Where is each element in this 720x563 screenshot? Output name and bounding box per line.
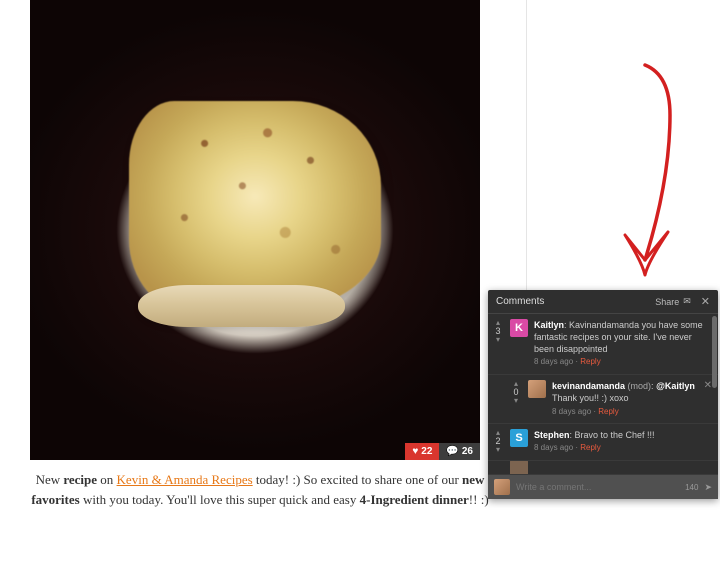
vote-column: ▴ 3 ▾: [492, 319, 504, 368]
comments-widget: Comments Share ✉ ✕ ▴ 3 ▾ K Kaitlyn: Kavi…: [488, 290, 718, 499]
comment-content: kevinandamanda (mod): @Kaitlyn Thank you…: [552, 380, 696, 417]
caption-text: on: [97, 472, 117, 487]
photo-badges: ♥ 22 💬 26: [405, 443, 480, 460]
envelope-icon: ✉: [683, 296, 691, 307]
caption-bold-dinner: 4-Ingredient dinner: [360, 492, 469, 507]
comment-time: 8 days ago: [552, 407, 591, 416]
recipe-photo-container: ♥ 22 💬 26: [30, 0, 480, 460]
comment-body: Thank you!! :) xoxo: [552, 393, 629, 403]
share-button[interactable]: Share ✉ ✕: [655, 295, 710, 308]
food-item: [129, 101, 381, 313]
mod-label: (mod): [625, 381, 651, 391]
comment-row: ▴ 3 ▾ K Kaitlyn: Kavinandamanda you have…: [488, 314, 718, 375]
heart-icon: ♥: [412, 446, 418, 457]
upvote-button[interactable]: ▴: [496, 319, 500, 326]
downvote-button[interactable]: ▾: [514, 397, 518, 404]
vote-column: ▴ 0 ▾: [510, 380, 522, 417]
comment-username[interactable]: Kaitlyn: [534, 320, 564, 330]
avatar[interactable]: S: [510, 429, 528, 447]
caption-bold-recipe: recipe: [63, 472, 97, 487]
caption-text: !! :): [469, 492, 489, 507]
share-label: Share: [655, 297, 679, 307]
mention[interactable]: @Kaitlyn: [656, 381, 695, 391]
comment-meta: 8 days ago · Reply: [534, 443, 712, 454]
comment-username[interactable]: kevinandamanda: [552, 381, 625, 391]
comment-content: Kaitlyn: Kavinandamanda you have some fa…: [534, 319, 712, 368]
comment-time: 8 days ago: [534, 357, 573, 366]
caption-text: today! :) So excited to share one of our: [253, 472, 462, 487]
scrollbar-thumb[interactable]: [712, 316, 717, 388]
comments-body: ▴ 3 ▾ K Kaitlyn: Kavinandamanda you have…: [488, 314, 718, 475]
comment-count: 26: [462, 446, 473, 457]
caption-text: New: [36, 472, 64, 487]
avatar[interactable]: [528, 380, 546, 398]
avatar[interactable]: [510, 461, 528, 475]
comment-meta: 8 days ago · Reply: [552, 407, 696, 418]
comment-input-bar: 140 ➤: [488, 475, 718, 499]
comment-time: 8 days ago: [534, 443, 573, 452]
reply-button[interactable]: Reply: [598, 407, 618, 416]
comment-body: : Bravo to the Chef !!!: [570, 430, 655, 440]
reply-button[interactable]: Reply: [580, 443, 600, 452]
char-limit: 140: [685, 483, 698, 492]
comment-username[interactable]: Stephen: [534, 430, 570, 440]
hand-drawn-arrow: [590, 60, 700, 300]
like-badge[interactable]: ♥ 22: [405, 443, 439, 460]
comment-row-truncated: [488, 461, 718, 475]
send-icon[interactable]: ➤: [704, 482, 712, 493]
comment-meta: 8 days ago · Reply: [534, 357, 712, 368]
caption-text: with you today. You'll love this super q…: [80, 492, 360, 507]
close-widget-button[interactable]: ✕: [701, 295, 710, 308]
avatar[interactable]: K: [510, 319, 528, 337]
comments-title: Comments: [496, 296, 544, 307]
comment-input[interactable]: [516, 482, 679, 492]
like-count: 22: [421, 446, 432, 457]
comments-header: Comments Share ✉ ✕: [488, 290, 718, 314]
photo-caption: New recipe on Kevin & Amanda Recipes tod…: [10, 470, 510, 509]
upvote-button[interactable]: ▴: [514, 380, 518, 387]
food-roll: [138, 285, 345, 326]
comment-icon: 💬: [446, 446, 458, 457]
dismiss-comment-button[interactable]: ✕: [704, 380, 712, 417]
downvote-button[interactable]: ▾: [496, 336, 500, 343]
comment-row: ▴ 2 ▾ S Stephen: Bravo to the Chef !!! 8…: [488, 424, 718, 461]
comment-badge[interactable]: 💬 26: [439, 443, 480, 460]
recipe-site-link[interactable]: Kevin & Amanda Recipes: [117, 472, 253, 487]
downvote-button[interactable]: ▾: [496, 446, 500, 453]
upvote-button[interactable]: ▴: [496, 429, 500, 436]
recipe-photo[interactable]: [30, 0, 480, 460]
reply-button[interactable]: Reply: [580, 357, 600, 366]
vote-column: ▴ 2 ▾: [492, 429, 504, 454]
comment-content: Stephen: Bravo to the Chef !!! 8 days ag…: [534, 429, 712, 454]
my-avatar[interactable]: [494, 479, 510, 495]
comment-row-nested: ▴ 0 ▾ kevinandamanda (mod): @Kaitlyn Tha…: [488, 375, 718, 424]
